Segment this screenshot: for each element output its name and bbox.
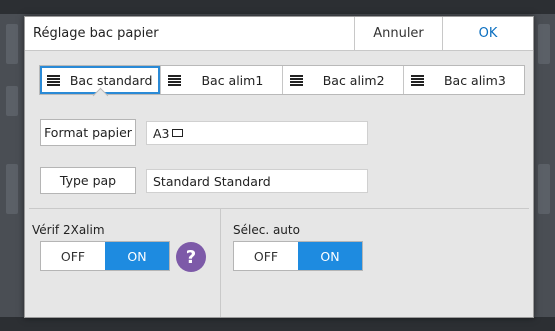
cancel-button[interactable]: Annuler (354, 17, 442, 50)
double-feed-check-toggle: OFF ON (40, 241, 170, 271)
paper-format-value: A3 (146, 121, 368, 145)
background-tile (6, 164, 18, 214)
help-icon[interactable]: ? (176, 242, 206, 272)
tab-feed-tray-2[interactable]: Bac alim2 (281, 66, 403, 94)
column-divider (220, 209, 221, 317)
double-feed-off-option[interactable]: OFF (41, 242, 105, 270)
paper-type-value: Standard Standard (146, 169, 368, 193)
background-tile (6, 24, 18, 64)
tab-label: Bac standard (69, 72, 153, 88)
paper-type-button[interactable]: Type pap (40, 167, 136, 194)
auto-select-label: Sélec. auto (233, 223, 300, 237)
background-bottom-bar (0, 317, 555, 331)
background-tile (6, 86, 18, 116)
tab-feed-tray-3[interactable]: Bac alim3 (402, 66, 524, 94)
paper-format-button[interactable]: Format papier (40, 119, 136, 146)
dialog-title: Réglage bac papier (33, 26, 159, 41)
tab-label: Bac alim2 (322, 72, 385, 88)
tray-icon (47, 74, 60, 86)
tab-feed-tray-1[interactable]: Bac alim1 (160, 66, 281, 94)
paper-orientation-icon (171, 129, 183, 137)
tab-label: Bac alim3 (443, 72, 506, 88)
dialog-header: Réglage bac papier Annuler OK (25, 17, 533, 51)
ok-button[interactable]: OK (442, 17, 533, 50)
tab-label: Bac alim1 (201, 72, 264, 88)
double-feed-check-label: Vérif 2Xalim (32, 223, 105, 237)
double-feed-on-option[interactable]: ON (105, 242, 169, 270)
auto-select-off-option[interactable]: OFF (234, 242, 298, 270)
tray-icon (168, 74, 182, 86)
auto-select-on-option[interactable]: ON (298, 242, 362, 270)
background-tile (538, 164, 550, 214)
auto-select-toggle: OFF ON (233, 241, 363, 271)
paper-format-text: A3 (153, 125, 170, 141)
tray-tabs: Bac standard Bac alim1 Bac alim2 Bac ali… (39, 65, 525, 95)
section-divider (29, 208, 529, 209)
tab-standard-tray[interactable]: Bac standard (40, 66, 161, 94)
tray-settings-dialog: Réglage bac papier Annuler OK Bac standa… (24, 16, 534, 318)
tray-icon (410, 74, 424, 86)
background-top-bar (0, 0, 555, 14)
tray-icon (289, 74, 303, 86)
background-tile (538, 24, 550, 64)
